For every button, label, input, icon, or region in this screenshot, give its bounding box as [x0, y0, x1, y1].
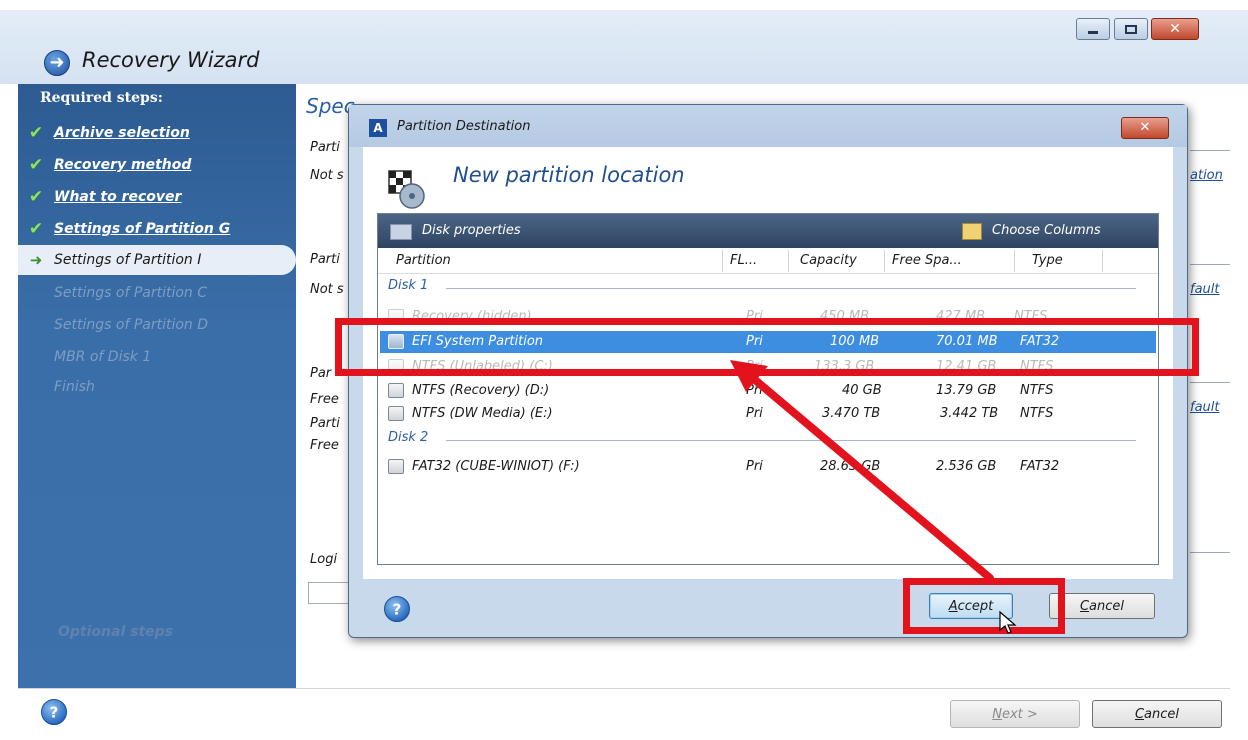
close-icon: ✕ — [1139, 120, 1151, 135]
dialog-cancel-button[interactable]: Cancel — [1049, 593, 1155, 619]
help-icon[interactable]: ? — [383, 595, 411, 623]
required-steps-heading: Required steps: — [40, 90, 163, 106]
help-icon[interactable]: ? — [40, 698, 68, 726]
step-finish: Finish — [18, 372, 296, 402]
steps-panel: Required steps: ✔ Archive selection ✔ Re… — [18, 84, 296, 690]
step-what-to-recover[interactable]: ✔ What to recover — [18, 182, 296, 212]
column-header-flags[interactable]: FL... — [730, 253, 757, 268]
close-button[interactable]: ✕ — [1151, 18, 1199, 40]
maximize-button[interactable] — [1114, 18, 1148, 40]
partition-row[interactable]: NTFS (DW Media) (E:) Pri 3.470 TB 3.442 … — [380, 403, 1156, 425]
disk-list-panel: Disk properties Choose Columns Partition… — [377, 213, 1159, 565]
step-label: Finish — [54, 379, 95, 395]
dialog-heading: New partition location — [453, 163, 685, 187]
choose-columns-button[interactable]: Choose Columns — [992, 223, 1101, 238]
dialog-title: Partition Destination — [397, 119, 531, 134]
choose-columns-icon — [962, 223, 982, 240]
step-archive-selection[interactable]: ✔ Archive selection — [18, 118, 296, 148]
minimize-icon — [1088, 30, 1098, 34]
acronis-logo-icon: A — [369, 119, 387, 137]
step-recovery-method[interactable]: ✔ Recovery method — [18, 150, 296, 180]
content-link[interactable]: fault — [1190, 282, 1220, 297]
cancel-label: Cancel — [1079, 598, 1125, 614]
title-bar: ➜ Recovery Wizard ✕ — [0, 0, 1248, 84]
step-label: Archive selection — [54, 125, 190, 141]
content-label: Free — [310, 438, 339, 453]
partition-row[interactable]: FAT32 (CUBE-WINIOT) (F:) Pri 28.63 GB 2.… — [380, 456, 1156, 478]
svg-text:?: ? — [393, 601, 402, 619]
step-label: Settings of Partition G — [54, 221, 231, 237]
content-label: Not s — [310, 282, 344, 297]
checkmark-icon: ✔ — [28, 187, 44, 207]
content-label: Parti — [310, 252, 340, 267]
content-link[interactable]: fault — [1190, 400, 1220, 415]
column-header-type[interactable]: Type — [1032, 253, 1063, 268]
next-label: Next > — [992, 706, 1038, 722]
mouse-cursor-icon — [999, 610, 1017, 634]
optional-steps-heading: Optional steps — [58, 624, 173, 640]
partition-icon — [388, 359, 404, 374]
content-label: Parti — [310, 140, 340, 155]
content-label: Not s — [310, 168, 344, 183]
cancel-label: Cancel — [1134, 706, 1180, 722]
step-settings-partition-c: Settings of Partition C — [18, 278, 296, 308]
current-step-arrow-icon: ➜ — [29, 251, 43, 269]
step-label: Settings of Partition C — [54, 285, 208, 301]
partition-icon — [388, 406, 404, 421]
partition-destination-dialog: A Partition Destination ✕ New partition … — [348, 104, 1188, 638]
checkmark-icon: ✔ — [28, 219, 44, 239]
column-header-free-space[interactable]: Free Spa... — [892, 253, 962, 268]
partition-row[interactable]: NTFS (Unlabeled) (C:) Pri 133.3 GB 12.41… — [380, 356, 1156, 378]
disk-properties-button[interactable]: Disk properties — [422, 223, 521, 238]
accept-label: Accept — [948, 598, 994, 614]
checkmark-icon: ✔ — [28, 123, 44, 143]
disk-group-label: Disk 1 — [388, 278, 429, 293]
dialog-title-bar: A Partition Destination ✕ — [349, 105, 1187, 147]
svg-text:?: ? — [50, 704, 59, 722]
maximize-icon — [1125, 24, 1137, 34]
step-settings-partition-d: Settings of Partition D — [18, 310, 296, 340]
content-label: Logi — [310, 552, 338, 567]
disk-properties-icon — [390, 224, 412, 240]
disk-group-label: Disk 2 — [388, 430, 429, 445]
checkmark-icon: ✔ — [28, 155, 44, 175]
cancel-button[interactable]: Cancel — [1092, 700, 1222, 728]
content-label: Par — [310, 366, 332, 381]
content-link[interactable]: ation — [1190, 168, 1223, 183]
minimize-button[interactable] — [1076, 18, 1110, 40]
column-header-capacity[interactable]: Capacity — [800, 253, 857, 268]
step-label: Recovery method — [54, 157, 192, 173]
back-arrow-icon[interactable]: ➜ — [44, 50, 70, 76]
step-label: Settings of Partition I — [54, 252, 202, 268]
step-settings-partition-g[interactable]: ✔ Settings of Partition G — [18, 214, 296, 244]
step-label: Settings of Partition D — [54, 317, 209, 333]
partition-row[interactable]: Recovery (hidden) Pri 450 MB 427 MB NTFS — [380, 306, 1156, 328]
next-button[interactable]: Next > — [950, 700, 1080, 728]
disk-toolbar: Disk properties Choose Columns — [378, 214, 1158, 248]
column-header-partition[interactable]: Partition — [396, 253, 451, 268]
window-title: Recovery Wizard — [82, 48, 260, 72]
dialog-body: New partition location Disk properties C… — [363, 147, 1173, 579]
partition-icon — [388, 459, 404, 474]
step-mbr-disk-1: MBR of Disk 1 — [18, 342, 296, 372]
partition-icon — [388, 309, 404, 324]
dialog-close-button[interactable]: ✕ — [1121, 117, 1169, 139]
step-label: What to recover — [54, 189, 182, 205]
step-settings-partition-i[interactable]: ➜ Settings of Partition I — [18, 245, 296, 275]
step-label: MBR of Disk 1 — [54, 349, 152, 365]
column-headers: Partition FL... Capacity Free Spa... Typ… — [378, 248, 1158, 274]
partition-location-icon — [388, 170, 425, 209]
partition-row-selected[interactable]: EFI System Partition Pri 100 MB 70.01 MB… — [380, 331, 1156, 353]
partition-row[interactable]: NTFS (Recovery) (D:) Pri 40 GB 13.79 GB … — [380, 380, 1156, 402]
partition-icon — [388, 383, 404, 398]
content-label: Free — [310, 392, 339, 407]
partition-icon — [388, 334, 404, 349]
content-label: Parti — [310, 416, 340, 431]
close-icon: ✕ — [1169, 21, 1181, 37]
